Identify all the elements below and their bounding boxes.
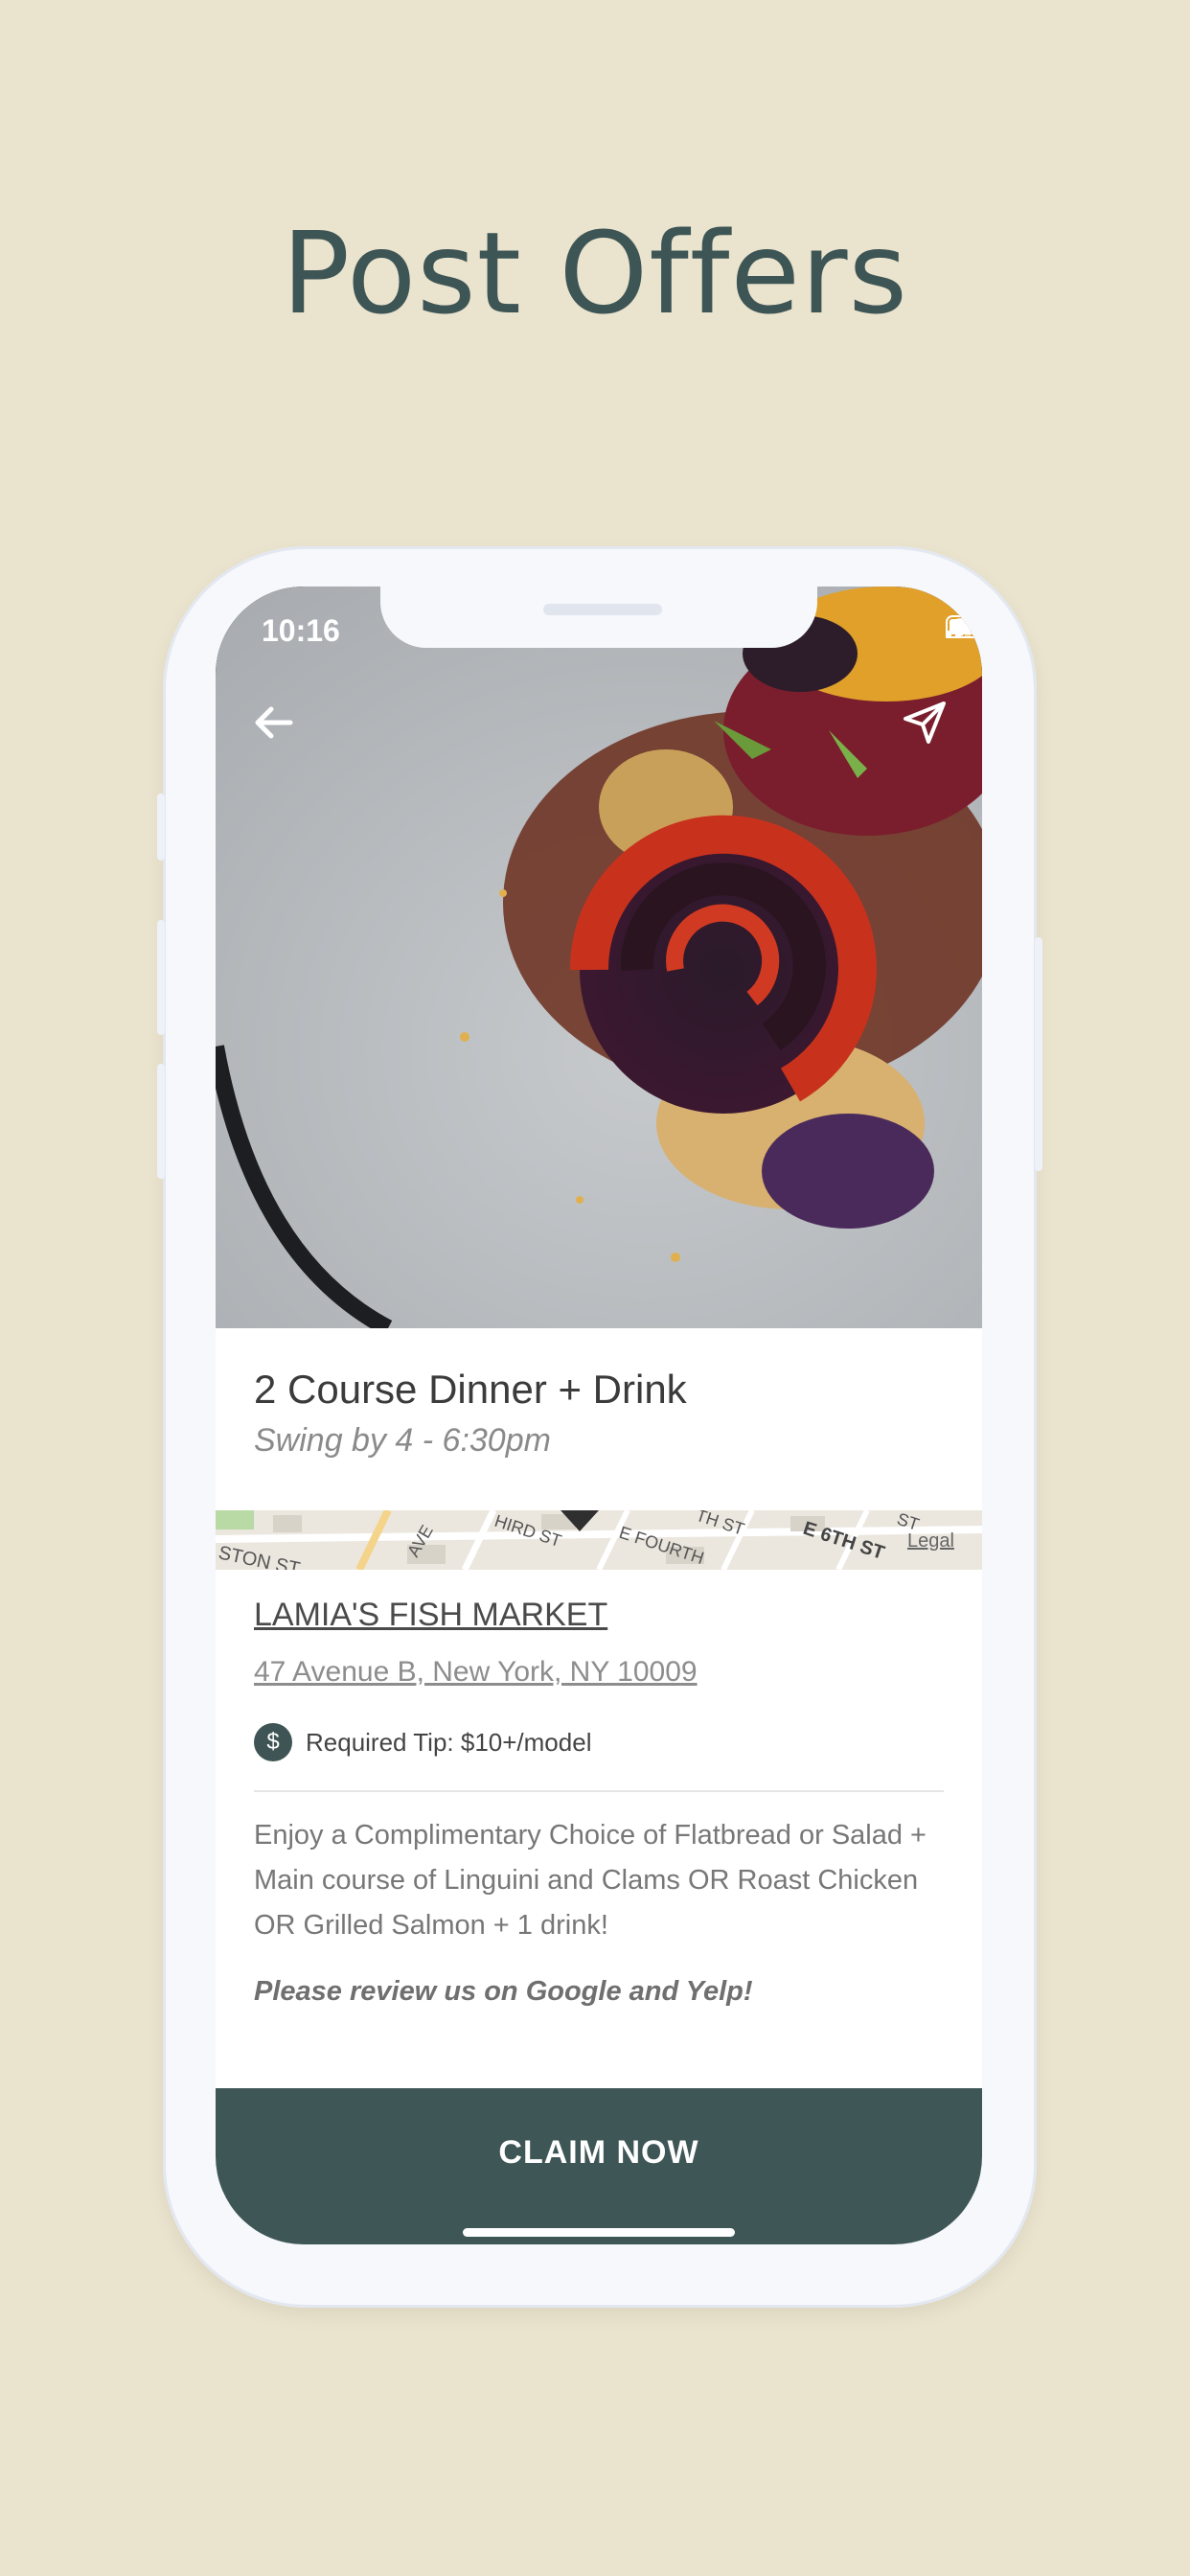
back-button[interactable] bbox=[244, 694, 302, 751]
location-arrow-icon bbox=[217, 588, 239, 610]
map-legal-link[interactable]: Legal bbox=[907, 1530, 954, 1552]
status-time: 10:16 bbox=[262, 613, 340, 648]
page-headline: Post Offers bbox=[282, 207, 908, 339]
offer-time: Swing by 4 - 6:30pm bbox=[254, 1422, 551, 1459]
claim-now-button[interactable]: CLAIM NOW bbox=[216, 2088, 982, 2244]
send-icon bbox=[904, 702, 946, 744]
offer-title: 2 Course Dinner + Drink bbox=[254, 1367, 687, 1412]
required-tip: $ Required Tip: $10+/model bbox=[254, 1723, 591, 1761]
mute-switch bbox=[157, 794, 165, 861]
power-button bbox=[1035, 937, 1042, 1171]
device-notch bbox=[380, 586, 817, 648]
speaker-grille bbox=[543, 604, 662, 615]
offer-description: Enjoy a Complimentary Choice of Flatbrea… bbox=[254, 1820, 927, 1941]
divider bbox=[254, 1790, 944, 1792]
claim-now-label: CLAIM NOW bbox=[498, 2134, 699, 2171]
venue-address-link[interactable]: 47 Avenue B, New York, NY 10009 bbox=[254, 1656, 698, 1689]
home-indicator bbox=[463, 2228, 735, 2237]
dollar-icon: $ bbox=[254, 1723, 292, 1761]
battery-icon bbox=[946, 615, 982, 638]
required-tip-label: Required Tip: $10+/model bbox=[306, 1727, 592, 1757]
share-button[interactable] bbox=[896, 694, 953, 751]
back-arrow-icon bbox=[255, 706, 293, 739]
review-note: Please review us on Google and Yelp! bbox=[254, 1976, 753, 2007]
volume-down-button bbox=[157, 1064, 165, 1179]
app-screen: 10:16 2 Course Dinner + Drink Swing by 4… bbox=[216, 586, 982, 2244]
location-map[interactable]: STON ST AVE HIRD ST E FOURTH TH ST E 6TH… bbox=[216, 1510, 982, 1570]
phone-frame: 10:16 2 Course Dinner + Drink Swing by 4… bbox=[157, 546, 1042, 2308]
volume-up-button bbox=[157, 920, 165, 1035]
venue-name-link[interactable]: LAMIA'S FISH MARKET bbox=[254, 1597, 607, 1634]
offer-photo: 10:16 bbox=[216, 586, 982, 1328]
